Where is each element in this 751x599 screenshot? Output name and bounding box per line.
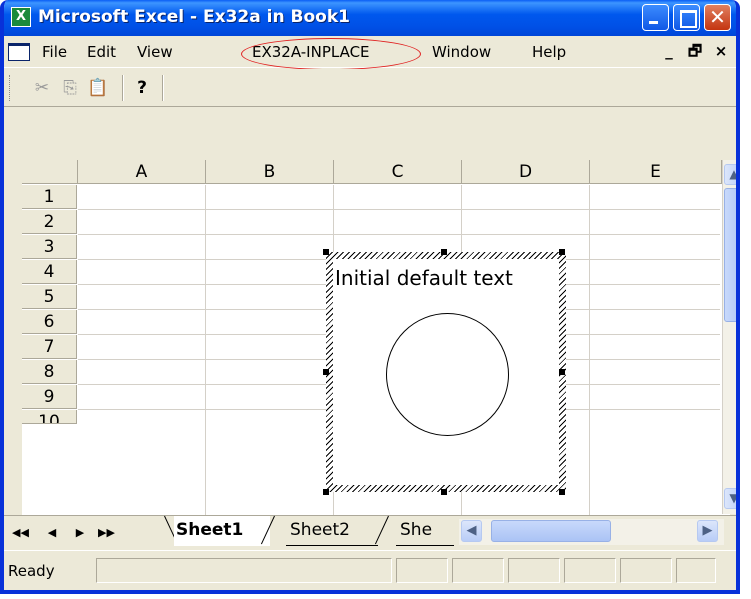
resize-handle[interactable] [323, 369, 329, 375]
doc-restore-button[interactable]: 🗗 [684, 41, 706, 62]
last-sheet-icon[interactable]: ▶▶ [98, 524, 115, 542]
standard-toolbar: ✂ ⎘ 📋 ? [4, 69, 736, 107]
status-panel [508, 558, 560, 583]
scroll-left-icon[interactable]: ◀ [461, 520, 482, 542]
object-text[interactable]: Initial default text [335, 265, 513, 291]
horizontal-scrollbar[interactable]: ◀ ▶ [459, 519, 724, 545]
highlight-oval [241, 38, 421, 70]
grid-line [78, 209, 720, 210]
tab-sheet2[interactable]: Sheet2 [286, 516, 378, 546]
menu-help[interactable]: Help [532, 43, 566, 61]
vertical-scroll-thumb[interactable] [724, 188, 736, 322]
row-header-8[interactable]: 8 [22, 360, 77, 384]
column-header-a[interactable]: A [78, 160, 206, 184]
scroll-down-icon[interactable]: ▼ [724, 488, 736, 509]
grid-line [78, 234, 720, 235]
excel-window: X Microsoft Excel - Ex32a in Book1 ✕ Fil… [0, 0, 740, 594]
status-text: Ready [8, 562, 55, 580]
row-header-4[interactable]: 4 [22, 260, 77, 284]
resize-handle[interactable] [323, 489, 329, 495]
row-header-2[interactable]: 2 [22, 210, 77, 234]
column-header-b[interactable]: B [206, 160, 334, 184]
row-header-9[interactable]: 9 [22, 385, 77, 409]
menu-edit[interactable]: Edit [87, 43, 116, 61]
close-button[interactable]: ✕ [704, 4, 731, 31]
copy-icon[interactable]: ⎘ [59, 77, 81, 99]
tab-sheet3[interactable]: She [396, 516, 454, 546]
status-panel [452, 558, 504, 583]
maximize-button[interactable] [673, 4, 700, 31]
tab-sheet1[interactable]: Sheet1 [174, 516, 270, 546]
minimize-button[interactable] [642, 4, 669, 31]
next-sheet-icon[interactable]: ▶ [72, 524, 88, 542]
close-icon: ✕ [709, 5, 726, 29]
column-header-d[interactable]: D [462, 160, 590, 184]
embedded-object[interactable]: Initial default text [326, 252, 566, 492]
row-header-5[interactable]: 5 [22, 285, 77, 309]
row-header-1[interactable]: 1 [22, 185, 77, 209]
status-panel [620, 558, 672, 583]
column-header-e[interactable]: E [590, 160, 722, 184]
doc-minimize-button[interactable]: _ [658, 41, 680, 62]
first-sheet-icon[interactable]: ◀◀ [12, 524, 29, 542]
menu-file[interactable]: File [42, 43, 67, 61]
status-panel [676, 558, 716, 583]
window-title: Microsoft Excel - Ex32a in Book1 [38, 7, 350, 27]
status-panel [396, 558, 448, 583]
object-circle [386, 313, 509, 436]
scroll-right-icon[interactable]: ▶ [697, 520, 718, 542]
excel-app-icon[interactable]: X [11, 7, 31, 27]
row-header-10[interactable]: 10 [22, 410, 77, 424]
cut-icon[interactable]: ✂ [31, 77, 53, 99]
resize-handle[interactable] [559, 249, 565, 255]
status-bar: Ready [4, 550, 736, 590]
menu-view[interactable]: View [137, 43, 173, 61]
select-all-corner[interactable] [22, 160, 78, 184]
paste-icon[interactable]: 📋 [87, 77, 109, 99]
object-canvas[interactable]: Initial default text [333, 259, 559, 485]
horizontal-scroll-thumb[interactable] [491, 520, 611, 542]
scroll-up-icon[interactable]: ▲ [724, 164, 736, 185]
help-icon[interactable]: ? [131, 77, 153, 99]
title-bar[interactable]: X Microsoft Excel - Ex32a in Book1 ✕ [4, 0, 736, 36]
toolbar-separator [162, 75, 164, 101]
resize-handle[interactable] [441, 249, 447, 255]
vertical-scrollbar[interactable]: ▲ ▼ [722, 160, 736, 514]
row-header-7[interactable]: 7 [22, 335, 77, 359]
document-icon[interactable] [8, 43, 30, 61]
prev-sheet-icon[interactable]: ◀ [44, 524, 60, 542]
resize-handle[interactable] [559, 369, 565, 375]
row-header-6[interactable]: 6 [22, 310, 77, 334]
status-panel [96, 558, 392, 583]
toolbar-grip[interactable] [9, 75, 12, 101]
sheet-tab-bar: ◀◀ ◀ ▶ ▶▶ Sheet1 Sheet2 She ◀ ▶ [4, 515, 736, 549]
menu-window[interactable]: Window [432, 43, 491, 61]
row-header-3[interactable]: 3 [22, 235, 77, 259]
resize-handle[interactable] [323, 249, 329, 255]
resize-handle[interactable] [441, 489, 447, 495]
status-panel [564, 558, 616, 583]
toolbar-separator [122, 75, 124, 101]
resize-handle[interactable] [559, 489, 565, 495]
column-header-c[interactable]: C [334, 160, 462, 184]
doc-close-button[interactable]: × [710, 41, 732, 62]
